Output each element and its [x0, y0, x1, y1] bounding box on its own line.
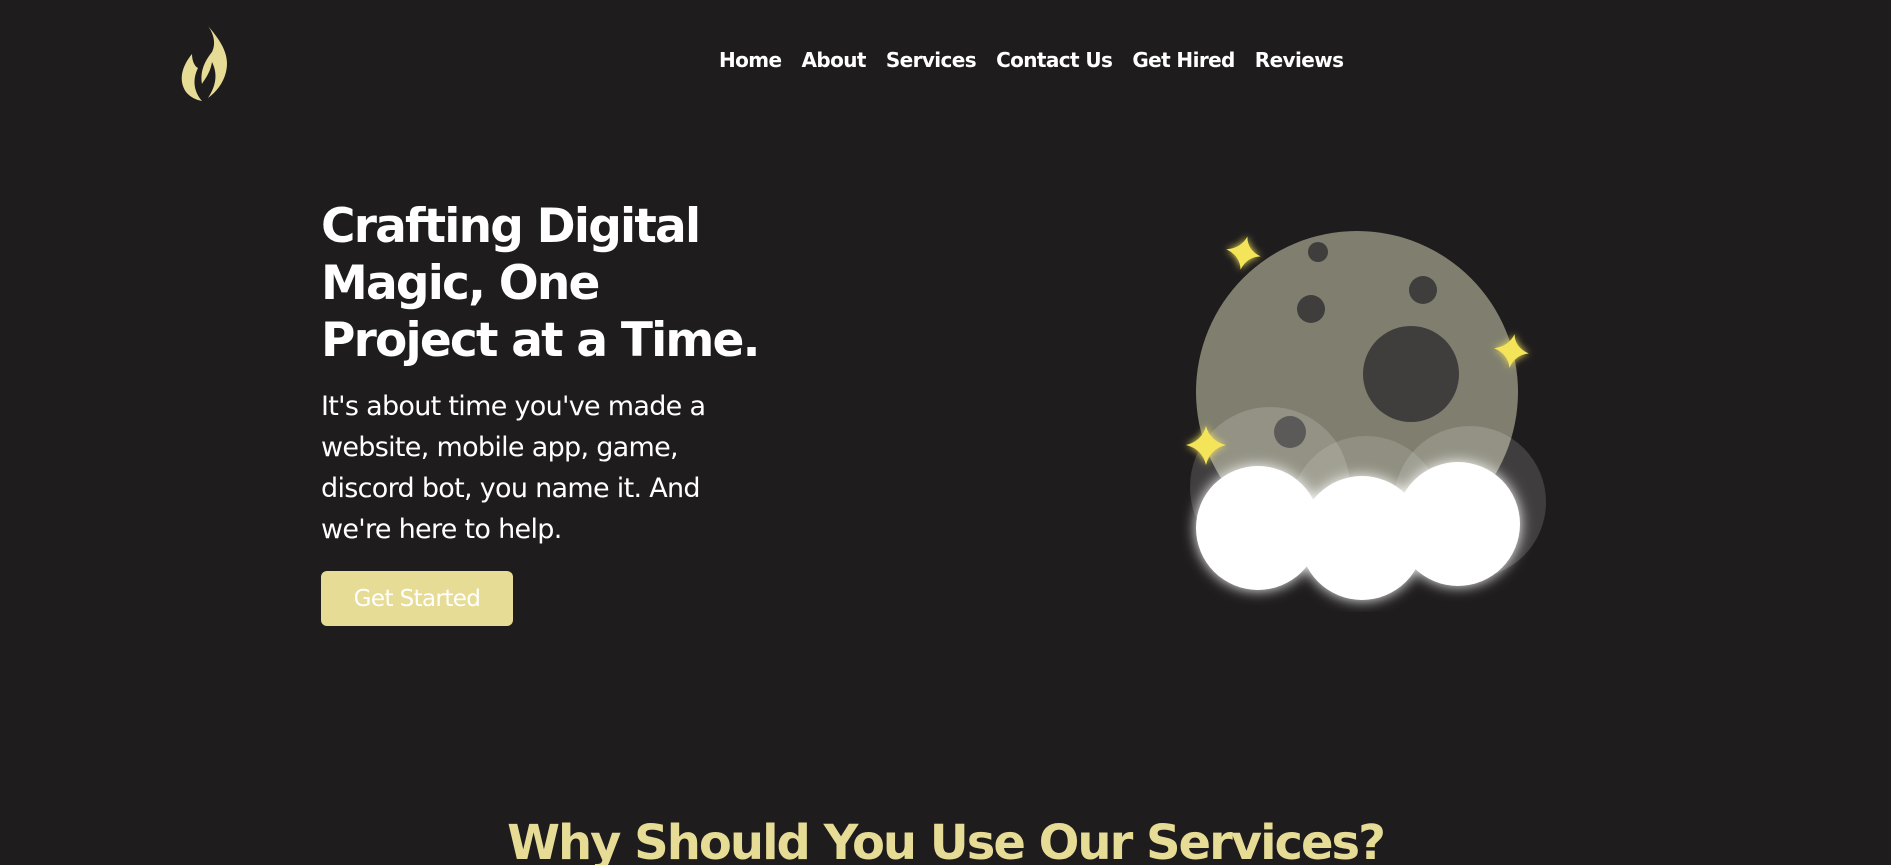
nav-item-services[interactable]: Services: [886, 48, 977, 72]
flame-icon[interactable]: [178, 26, 234, 102]
nav-item-contact-us[interactable]: Contact Us: [996, 48, 1113, 72]
hero-title-line: Project at a Time.: [321, 313, 761, 368]
nav-item-reviews[interactable]: Reviews: [1255, 48, 1344, 72]
hero-title-line: Crafting Digital: [321, 199, 701, 254]
moon-with-clouds-and-stars-icon: [1186, 231, 1546, 600]
get-started-button[interactable]: Get Started: [321, 571, 513, 626]
main-nav: Home About Services Contact Us Get Hired…: [719, 48, 1344, 72]
hero-title: Crafting Digital Magic, One Project at a…: [321, 198, 781, 369]
nav-item-home[interactable]: Home: [719, 48, 782, 72]
nav-item-about[interactable]: About: [801, 48, 866, 72]
hero-subtitle: It's about time you've made a website, m…: [321, 391, 706, 545]
page: Home About Services Contact Us Get Hired…: [0, 0, 1891, 865]
section-heading: Why Should You Use Our Services?: [507, 815, 1386, 865]
nav-item-get-hired[interactable]: Get Hired: [1132, 48, 1235, 72]
hero-title-line: Magic, One: [321, 256, 600, 311]
